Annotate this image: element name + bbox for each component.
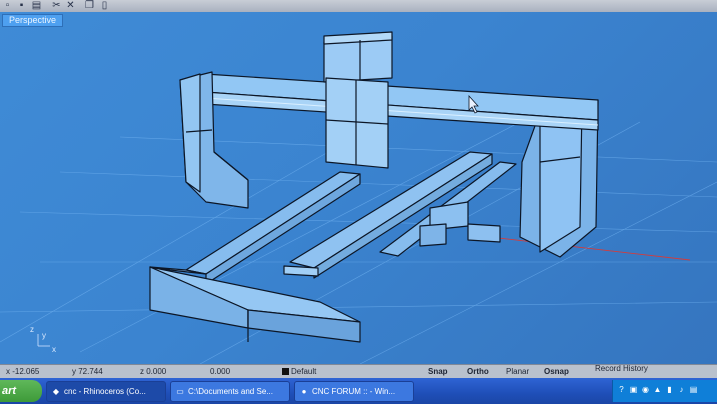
network-icon[interactable]: ▣ <box>629 385 638 395</box>
taskbar-item-documents[interactable]: ▭ C:\Documents and Se... <box>170 381 290 402</box>
x-coordinate: x -12.065 <box>6 367 40 376</box>
save-icon[interactable]: ▪ <box>15 0 28 11</box>
axis-z-label: z <box>30 325 34 334</box>
browser-icon: ● <box>301 387 307 396</box>
taskbar-item-label: cnc - Rhinoceros (Co... <box>64 387 146 396</box>
z-coordinate: z 0.000 <box>140 367 167 376</box>
rail-end-block <box>283 265 319 277</box>
cnc-gantry-model <box>149 31 599 343</box>
planar-toggle[interactable]: Planar <box>506 367 529 376</box>
volume-icon[interactable]: ♪ <box>677 385 686 395</box>
y-coordinate: y 72.744 <box>72 367 103 376</box>
layer-name: Default <box>291 367 317 376</box>
security-icon[interactable]: ◉ <box>641 385 650 395</box>
paste-icon[interactable]: ▯ <box>98 0 111 11</box>
signal-icon[interactable]: ▮ <box>665 385 674 395</box>
cut-icon[interactable]: ✂ <box>50 0 63 11</box>
taskbar-item-cnc-forum[interactable]: ● CNC FORUM :: - Win... <box>294 381 414 402</box>
print-icon[interactable]: ▤ <box>30 0 43 11</box>
rear-block <box>467 223 501 243</box>
windows-taskbar: art ◆ cnc - Rhinoceros (Co... ▭ C:\Documen… <box>0 378 717 404</box>
help-icon[interactable]: ? <box>617 385 626 395</box>
distance-value: 0.000 <box>210 367 231 376</box>
osnap-toggle[interactable]: Osnap <box>544 367 569 376</box>
layer-color-swatch <box>282 368 289 375</box>
copy-icon[interactable]: ❐ <box>83 0 96 11</box>
model-canvas[interactable]: z y x <box>0 12 717 364</box>
layer-indicator[interactable]: Default <box>282 367 316 376</box>
drive-block-2 <box>419 223 447 247</box>
status-bar: x -12.065 y 72.744 z 0.000 0.000 Default… <box>0 364 717 379</box>
taskbar-item-label: C:\Documents and Se... <box>188 387 273 396</box>
rhino-icon: ◆ <box>52 387 60 396</box>
left-plate-face <box>179 73 201 193</box>
monitor-icon[interactable]: ▤ <box>689 385 698 395</box>
close-icon[interactable]: ✕ <box>64 0 77 11</box>
axis-y-label: y <box>42 331 46 340</box>
record-history-toggle[interactable]: Record History <box>595 364 648 373</box>
perspective-viewport[interactable]: Perspective z y x <box>0 12 717 364</box>
taskbar-item-label: CNC FORUM :: - Win... <box>312 387 396 396</box>
axis-x-label: x <box>52 345 56 354</box>
folder-icon: ▭ <box>176 387 184 396</box>
ortho-toggle[interactable]: Ortho <box>467 367 489 376</box>
snap-toggle[interactable]: Snap <box>428 367 448 376</box>
start-button[interactable]: art <box>0 380 42 402</box>
update-icon[interactable]: ▲ <box>653 385 662 395</box>
taskbar-item-rhinoceros[interactable]: ◆ cnc - Rhinoceros (Co... <box>46 381 166 402</box>
x-axis-line <box>489 236 691 261</box>
new-file-icon[interactable]: ▫ <box>1 0 14 11</box>
system-tray: ? ▣ ◉ ▲ ▮ ♪ ▤ <box>612 380 717 402</box>
